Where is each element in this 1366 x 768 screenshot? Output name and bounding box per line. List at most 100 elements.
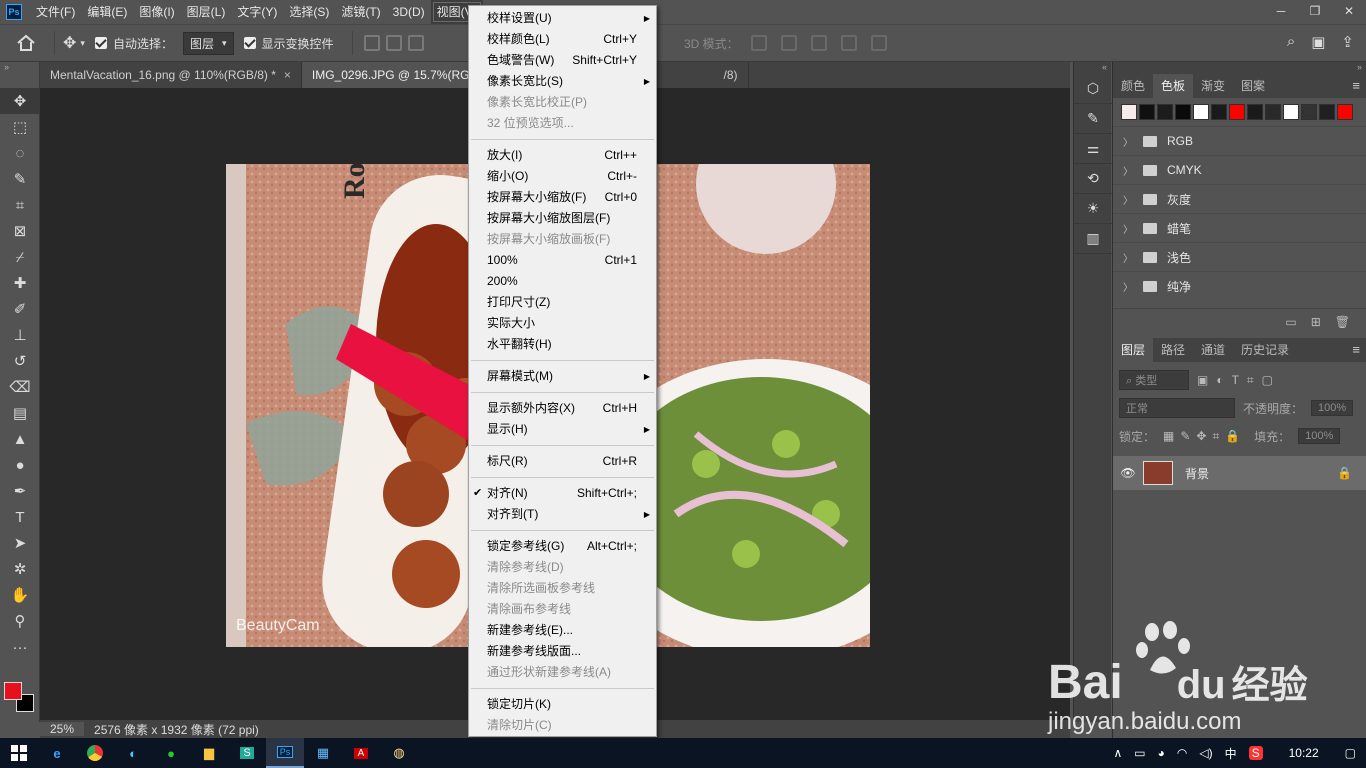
chrome-icon[interactable] — [76, 738, 114, 768]
eyedropper-tool-icon[interactable]: ⌿ — [0, 244, 40, 270]
view-menu-item[interactable]: 实际大小 — [469, 313, 656, 334]
swatch-folder-row[interactable]: 〉 纯净 — [1113, 271, 1366, 300]
shape-tool-icon[interactable]: ✲ — [0, 556, 40, 582]
view-menu-item[interactable]: 对齐到(T) ▶ — [469, 504, 656, 525]
view-menu-item[interactable]: 缩小(O) Ctrl+- — [469, 166, 656, 187]
file-explorer-icon[interactable]: ▆ — [190, 738, 228, 768]
foreground-color-swatch[interactable] — [4, 682, 22, 700]
tab-channels[interactable]: 通道 — [1193, 338, 1233, 362]
brush-settings-icon[interactable]: ✎ — [1074, 104, 1112, 134]
menu-filter[interactable]: 滤镜(T) — [335, 0, 386, 24]
close-button[interactable]: ✕ — [1332, 0, 1366, 22]
color-swatch[interactable] — [1175, 104, 1191, 120]
view-menu-item[interactable]: 像素长宽比(S) ▶ — [469, 71, 656, 92]
marquee-tool-icon[interactable]: ⬚ — [0, 114, 40, 140]
menu-select[interactable]: 选择(S) — [283, 0, 335, 24]
libraries-icon[interactable]: ▥ — [1074, 224, 1112, 254]
color-swatch[interactable] — [1265, 104, 1281, 120]
chevron-right-icon[interactable]: 〉 — [1123, 279, 1133, 294]
notification-icon[interactable]: ▢ — [1345, 746, 1356, 760]
new-swatch-icon[interactable]: ⊞ — [1311, 315, 1321, 329]
layer-filter-icons[interactable]: ▣◐T⌗▢ — [1197, 373, 1281, 388]
view-menu-item[interactable]: 标尺(R) Ctrl+R — [469, 451, 656, 472]
tab-patterns[interactable]: 图案 — [1233, 74, 1273, 98]
tab-gradients[interactable]: 渐变 — [1193, 74, 1233, 98]
view-menu-item[interactable]: 打印尺寸(Z) — [469, 292, 656, 313]
gradient-tool-icon[interactable]: ▤ — [0, 400, 40, 426]
chevron-right-icon[interactable]: 〉 — [1123, 163, 1133, 178]
view-menu-item[interactable]: 显示(H) ▶ — [469, 419, 656, 440]
history-icon[interactable]: ⟲ — [1074, 164, 1112, 194]
crop-tool-icon[interactable]: ⌗ — [0, 192, 40, 218]
align-right-icon[interactable] — [407, 35, 424, 51]
view-menu-item[interactable]: 按屏幕大小缩放图层(F) — [469, 208, 656, 229]
color-swatch[interactable] — [1229, 104, 1245, 120]
color-swatch[interactable] — [1193, 104, 1209, 120]
color-swatch[interactable] — [1121, 104, 1137, 120]
swatch-folder-row[interactable]: 〉 浅色 — [1113, 242, 1366, 271]
eye-icon[interactable]: 👁 — [1113, 466, 1143, 480]
layer-filter-dropdown[interactable]: ⌕ 类型 — [1119, 370, 1189, 390]
menu-image[interactable]: 图像(I) — [133, 0, 180, 24]
view-menu-item[interactable]: 100% Ctrl+1 — [469, 250, 656, 271]
view-menu-item[interactable]: 校样设置(U) ▶ — [469, 8, 656, 29]
view-menu-item[interactable]: 色域警告(W) Shift+Ctrl+Y — [469, 50, 656, 71]
adjustments-icon[interactable]: ⚌ — [1074, 134, 1112, 164]
restore-button[interactable]: ❐ — [1298, 0, 1332, 22]
healing-brush-tool-icon[interactable]: ✚ — [0, 270, 40, 296]
chevron-right-icon[interactable]: 〉 — [1123, 221, 1133, 236]
share-icon[interactable]: ⇪ — [1341, 33, 1354, 51]
3d-slide-icon[interactable] — [841, 35, 857, 51]
blend-mode-dropdown[interactable]: 正常 — [1119, 398, 1235, 418]
view-menu-item[interactable]: 校样颜色(L) Ctrl+Y — [469, 29, 656, 50]
tab-mentalvacation[interactable]: MentalVacation_16.png @ 110%(RGB/8) * × — [40, 62, 302, 88]
3d-orbit-icon[interactable] — [751, 35, 767, 51]
lock-icons[interactable]: ▦✎✥⌗🔒 — [1163, 429, 1246, 444]
menu-type[interactable]: 文字(Y) — [231, 0, 283, 24]
swatch-folder-row[interactable]: 〉 CMYK — [1113, 155, 1366, 184]
workspace-icon[interactable]: ▣ — [1311, 33, 1325, 51]
acrobat-icon[interactable]: A — [342, 738, 380, 768]
panel-menu-icon[interactable]: ≡ — [1352, 342, 1360, 357]
lasso-tool-icon[interactable]: ◌ — [0, 140, 40, 166]
swatch-folder-row[interactable]: 〉 RGB — [1113, 126, 1366, 155]
opacity-input[interactable]: 100% — [1311, 400, 1354, 416]
home-icon[interactable] — [16, 34, 36, 52]
chevron-right-icon[interactable]: 〉 — [1123, 192, 1133, 207]
swatch-folder-row[interactable]: 〉 灰度 — [1113, 184, 1366, 213]
layer-row-background[interactable]: 👁 背景 🔒 — [1113, 456, 1366, 490]
color-swatch[interactable] — [1139, 104, 1155, 120]
collapse-toolbar-icon[interactable]: » — [0, 62, 39, 88]
view-menu-item[interactable]: 锁定参考线(G) Alt+Ctrl+; — [469, 536, 656, 557]
pen-tool-icon[interactable]: ✒ — [0, 478, 40, 504]
3d-camera-icon[interactable] — [871, 35, 887, 51]
minimize-button[interactable]: ─ — [1264, 0, 1298, 22]
photoshop-taskbar-icon[interactable]: Ps — [266, 738, 304, 768]
color-swatch[interactable] — [1337, 104, 1353, 120]
tab-history[interactable]: 历史记录 — [1233, 338, 1297, 362]
collapse-icon[interactable]: » — [1113, 62, 1366, 74]
zoom-level[interactable]: 25% — [40, 722, 85, 736]
edge-icon[interactable]: ◐ — [114, 738, 152, 768]
delete-icon[interactable]: 🗑 — [1335, 315, 1350, 329]
chevron-right-icon[interactable]: 〉 — [1123, 250, 1133, 265]
wechat-icon[interactable]: ● — [152, 738, 190, 768]
tab-paths[interactable]: 路径 — [1153, 338, 1193, 362]
windows-start-icon[interactable] — [0, 738, 38, 768]
view-menu-item[interactable]: 显示额外内容(X) Ctrl+H — [469, 398, 656, 419]
view-menu-item[interactable]: 按屏幕大小缩放(F) Ctrl+0 — [469, 187, 656, 208]
qq-icon[interactable]: ◕ — [1158, 746, 1165, 760]
view-menu-item[interactable]: 放大(I) Ctrl++ — [469, 145, 656, 166]
3d-icon[interactable]: ⬡ — [1074, 74, 1112, 104]
tray-expand-icon[interactable]: ∧ — [1113, 746, 1122, 760]
menu-3d[interactable]: 3D(D) — [387, 0, 431, 24]
frame-tool-icon[interactable]: ⊠ — [0, 218, 40, 244]
sogou-icon[interactable]: S — [1248, 746, 1263, 760]
blur-tool-icon[interactable]: ▲ — [0, 426, 40, 452]
color-swatch[interactable] — [1301, 104, 1317, 120]
ime-indicator[interactable]: 中 — [1225, 745, 1237, 762]
collapse-icon[interactable]: « — [1074, 62, 1111, 74]
view-menu-item[interactable]: 200% — [469, 271, 656, 292]
type-tool-icon[interactable]: T — [0, 504, 40, 530]
color-swatch[interactable] — [1319, 104, 1335, 120]
